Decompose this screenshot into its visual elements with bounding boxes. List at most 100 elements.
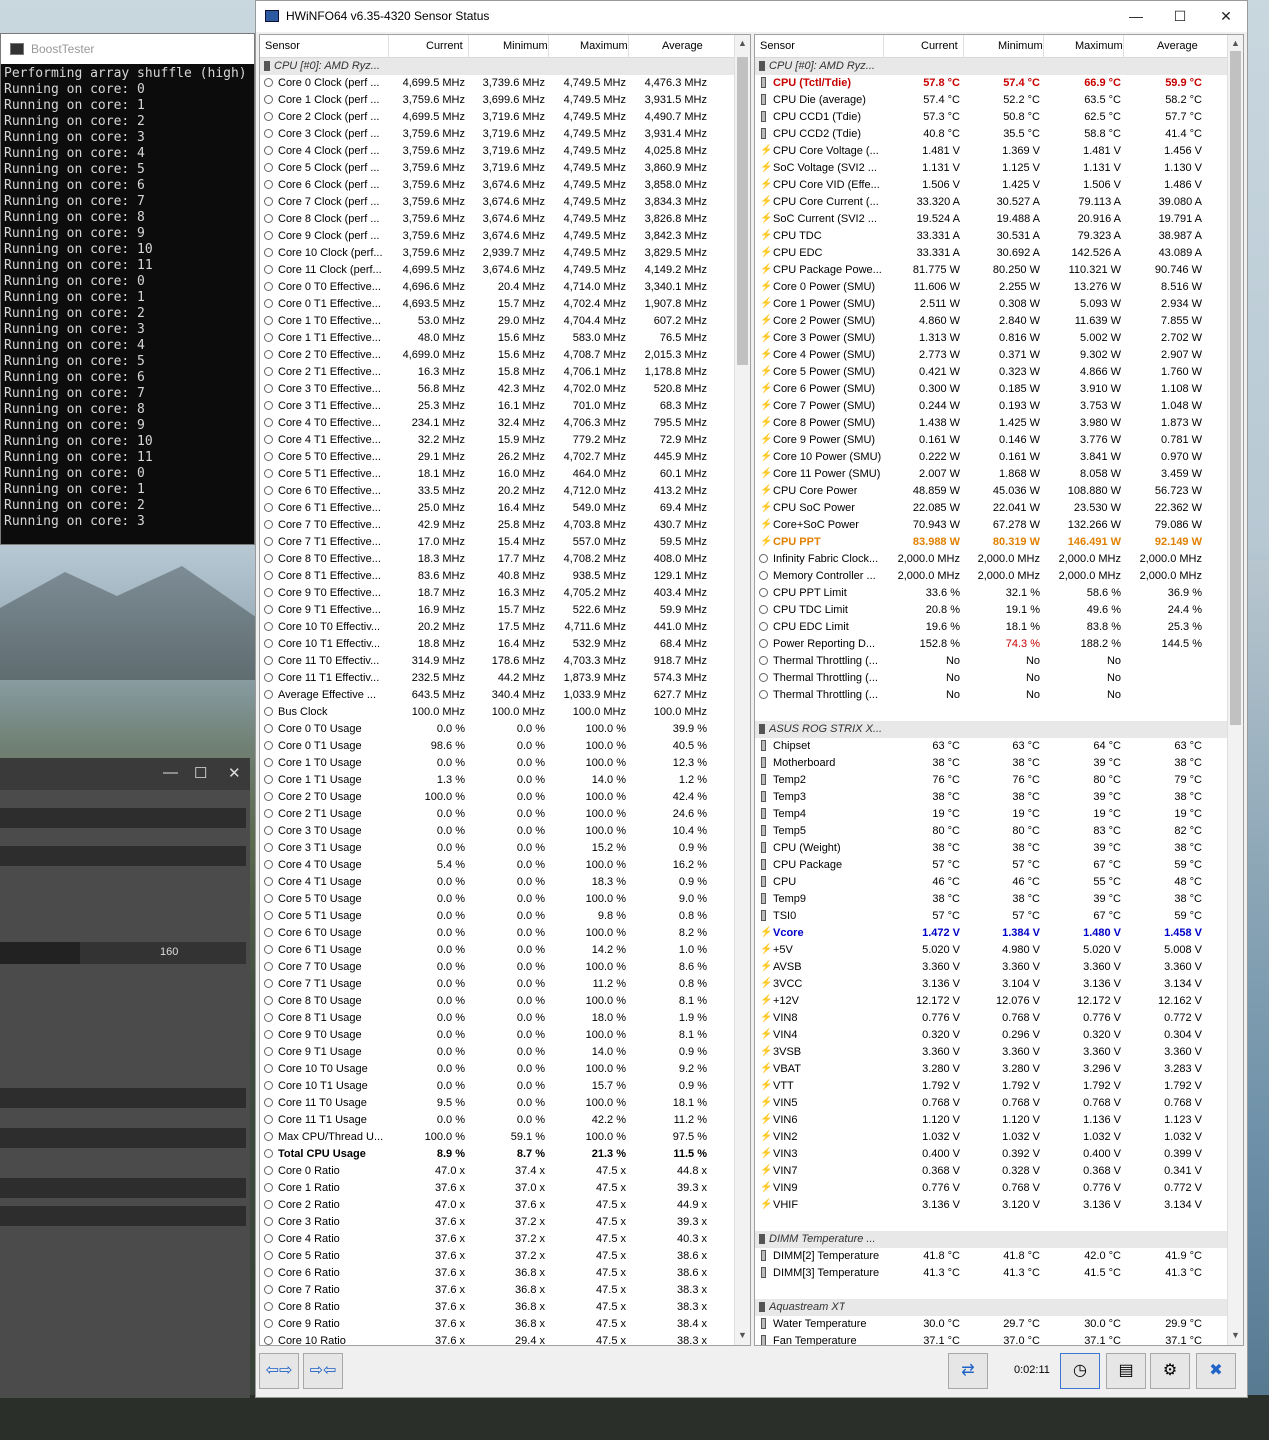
sensor-row[interactable]: CPU CCD1 (Tdie) 57.3 °C 50.8 °C 62.5 °C 57.7… (755, 109, 1227, 126)
hwinfo-titlebar[interactable]: HWiNFO64 v6.35-4320 Sensor Status — ☐ ✕ (256, 1, 1247, 32)
sensor-row[interactable]: Core 11 T0 Effectiv... 314.9 MHz 178.6 MHz… (260, 653, 734, 670)
sensor-row[interactable]: Core 4 T0 Effective... 234.1 MHz 32.4 MHz 4… (260, 415, 734, 432)
expand-columns-button[interactable]: ⇦⇨ (259, 1353, 299, 1389)
sensor-row[interactable]: Core 2 Ratio 47.0 x 37.6 x 47.5 x 44.9 x (260, 1197, 734, 1214)
sensor-row[interactable]: Vcore 1.472 V 1.384 V 1.480 V 1.458 V (755, 925, 1227, 942)
sensor-row[interactable]: Core 7 Power (SMU) 0.244 W 0.193 W 3.753 W 1… (755, 398, 1227, 415)
sensor-row[interactable]: Core 9 T0 Effective... 18.7 MHz 16.3 MHz 4,… (260, 585, 734, 602)
sensor-row[interactable]: Core 7 Clock (perf ... 3,759.6 MHz 3,674.6… (260, 194, 734, 211)
sensor-row[interactable]: Core 0 Clock (perf ... 4,699.5 MHz 3,739.6… (260, 75, 734, 92)
sensor-row[interactable]: Core 9 T0 Usage 0.0 % 0.0 % 100.0 % 8.1 % (260, 1027, 734, 1044)
sensor-row[interactable]: Core 10 T1 Effectiv... 18.8 MHz 16.4 MHz 53… (260, 636, 734, 653)
sensor-row[interactable]: Core 0 T0 Usage 0.0 % 0.0 % 100.0 % 39.9 % (260, 721, 734, 738)
sensor-row[interactable]: VIN4 0.320 V 0.296 V 0.320 V 0.304 V (755, 1027, 1227, 1044)
sensor-row[interactable]: AVSB 3.360 V 3.360 V 3.360 V 3.360 V (755, 959, 1227, 976)
sensor-row[interactable]: CPU TDC Limit 20.8 % 19.1 % 49.6 % 24.4 % (755, 602, 1227, 619)
col-average[interactable]: Average (662, 40, 703, 52)
sensor-row[interactable]: Core 7 Ratio 37.6 x 36.8 x 47.5 x 38.3 x (260, 1282, 734, 1299)
sensor-row[interactable]: CPU EDC 33.331 A 30.692 A 142.526 A 43.089 A (755, 245, 1227, 262)
sensor-row[interactable]: Core 11 T0 Usage 9.5 % 0.0 % 100.0 % 18.1 % (260, 1095, 734, 1112)
sensor-row[interactable]: CPU Package Powe... 81.775 W 80.250 W 110.3… (755, 262, 1227, 279)
column-header[interactable]: Sensor Current Minimum Maximum Average (260, 35, 735, 58)
sensor-group-header[interactable]: DIMM Temperature ... (755, 1231, 1227, 1248)
sensor-row[interactable]: Core 1 Ratio 37.6 x 37.0 x 47.5 x 39.3 x (260, 1180, 734, 1197)
sensor-row[interactable]: Core 1 T0 Usage 0.0 % 0.0 % 100.0 % 12.3 % (260, 755, 734, 772)
sensor-row[interactable]: Thermal Throttling (... No No No (755, 653, 1227, 670)
sensor-row[interactable]: Max CPU/Thread U... 100.0 % 59.1 % 100.0 % 9… (260, 1129, 734, 1146)
sensor-row[interactable]: VIN9 0.776 V 0.768 V 0.776 V 0.772 V (755, 1180, 1227, 1197)
sensor-row[interactable]: Core 1 T1 Effective... 48.0 MHz 15.6 MHz 58… (260, 330, 734, 347)
sensor-row[interactable]: CPU Core Voltage (... 1.481 V 1.369 V 1.481… (755, 143, 1227, 160)
sensor-row[interactable]: Core 10 Power (SMU) 0.222 W 0.161 W 3.841 W… (755, 449, 1227, 466)
sensor-row[interactable]: CPU Core VID (Effe... 1.506 V 1.425 V 1.506… (755, 177, 1227, 194)
sensor-group-header[interactable]: CPU [#0]: AMD Ryz... (755, 58, 1227, 75)
scrollbar-right[interactable]: ▲ ▼ (1227, 35, 1243, 1345)
sensor-row[interactable]: Core 4 T1 Usage 0.0 % 0.0 % 18.3 % 0.9 % (260, 874, 734, 891)
sensor-row[interactable]: Core 7 T0 Effective... 42.9 MHz 25.8 MHz 4,… (260, 517, 734, 534)
sensor-pane-left[interactable]: Sensor Current Minimum Maximum Average C… (259, 34, 751, 1346)
sensor-row[interactable]: Core 8 Power (SMU) 1.438 W 1.425 W 3.980 W 1… (755, 415, 1227, 432)
sensor-row[interactable]: SoC Voltage (SVI2 ... 1.131 V 1.125 V 1.131… (755, 160, 1227, 177)
sensor-row[interactable]: Core 10 Ratio 37.6 x 29.4 x 47.5 x 38.3 x (260, 1333, 734, 1345)
sensor-row[interactable]: Core 5 T0 Effective... 29.1 MHz 26.2 MHz 4,… (260, 449, 734, 466)
sensor-row[interactable]: Fan Temperature 37.1 °C 37.0 °C 37.1 °C 37.1… (755, 1333, 1227, 1345)
sensor-row[interactable]: Core 5 Clock (perf ... 3,759.6 MHz 3,719.6… (260, 160, 734, 177)
sensor-row[interactable]: TSI0 57 °C 57 °C 67 °C 59 °C (755, 908, 1227, 925)
sensor-row[interactable]: Temp5 80 °C 80 °C 83 °C 82 °C (755, 823, 1227, 840)
sensor-row[interactable]: Core 11 Power (SMU) 2.007 W 1.868 W 8.058 W… (755, 466, 1227, 483)
sensor-row[interactable]: Core 2 T0 Effective... 4,699.0 MHz 15.6 MH… (260, 347, 734, 364)
sensor-group-header[interactable]: Aquastream XT (755, 1299, 1227, 1316)
boosttester-window[interactable]: BoostTester Performing array shuffle (hi… (0, 33, 255, 545)
sensor-row[interactable]: Chipset 63 °C 63 °C 64 °C 63 °C (755, 738, 1227, 755)
sensor-row[interactable]: CPU SoC Power 22.085 W 22.041 W 23.530 W 22.… (755, 500, 1227, 517)
sensor-row[interactable]: Core 3 T0 Effective... 56.8 MHz 42.3 MHz 4,… (260, 381, 734, 398)
sensor-row[interactable]: Core 10 T0 Effectiv... 20.2 MHz 17.5 MHz 4,… (260, 619, 734, 636)
sensor-row[interactable]: Core 4 T1 Effective... 32.2 MHz 15.9 MHz 77… (260, 432, 734, 449)
dark-window[interactable]: — ☐ ✕ 160 (0, 758, 250, 1398)
scroll-up-arrow[interactable]: ▲ (738, 38, 747, 48)
close-button[interactable]: ✕ (1214, 5, 1238, 27)
sensor-row[interactable]: Core 5 T1 Usage 0.0 % 0.0 % 9.8 % 0.8 % (260, 908, 734, 925)
maximize-button[interactable]: ☐ (194, 764, 207, 782)
sensor-row[interactable]: Core 8 Ratio 37.6 x 36.8 x 47.5 x 38.3 x (260, 1299, 734, 1316)
sensor-row[interactable]: +12V 12.172 V 12.076 V 12.172 V 12.162 V (755, 993, 1227, 1010)
sensor-row[interactable]: VIN7 0.368 V 0.328 V 0.368 V 0.341 V (755, 1163, 1227, 1180)
sensor-row[interactable]: SoC Current (SVI2 ... 19.524 A 19.488 A 20.… (755, 211, 1227, 228)
scroll-down-arrow[interactable]: ▼ (738, 1330, 747, 1340)
sensor-row[interactable]: Core 1 Power (SMU) 2.511 W 0.308 W 5.093 W 2… (755, 296, 1227, 313)
sensor-row[interactable]: Core 4 Clock (perf ... 3,759.6 MHz 3,719.6… (260, 143, 734, 160)
sensor-row[interactable]: Core 7 T0 Usage 0.0 % 0.0 % 100.0 % 8.6 % (260, 959, 734, 976)
sensor-row[interactable]: Core 6 T0 Effective... 33.5 MHz 20.2 MHz 4,… (260, 483, 734, 500)
sensor-row[interactable]: Core 3 T1 Usage 0.0 % 0.0 % 15.2 % 0.9 % (260, 840, 734, 857)
sensor-row[interactable]: Core 9 Power (SMU) 0.161 W 0.146 W 3.776 W 0… (755, 432, 1227, 449)
sensor-row[interactable] (755, 704, 1227, 721)
sensor-row[interactable]: VIN2 1.032 V 1.032 V 1.032 V 1.032 V (755, 1129, 1227, 1146)
sensor-row[interactable]: Core 6 T0 Usage 0.0 % 0.0 % 100.0 % 8.2 % (260, 925, 734, 942)
sensor-row[interactable]: Power Reporting D... 152.8 % 74.3 % 188.2 %… (755, 636, 1227, 653)
sensor-row[interactable]: Core 3 Ratio 37.6 x 37.2 x 47.5 x 39.3 x (260, 1214, 734, 1231)
sensor-row[interactable]: Core 5 Ratio 37.6 x 37.2 x 47.5 x 38.6 x (260, 1248, 734, 1265)
dark-window-titlebar[interactable]: — ☐ ✕ (0, 758, 250, 790)
sensor-row[interactable]: Core 1 T0 Effective... 53.0 MHz 29.0 MHz 4,… (260, 313, 734, 330)
sensor-row[interactable]: VBAT 3.280 V 3.280 V 3.296 V 3.283 V (755, 1061, 1227, 1078)
scroll-down-arrow[interactable]: ▼ (1231, 1330, 1240, 1340)
sensor-row[interactable]: CPU CCD2 (Tdie) 40.8 °C 35.5 °C 58.8 °C 41.4… (755, 126, 1227, 143)
sensor-row[interactable]: Core 5 T1 Effective... 18.1 MHz 16.0 MHz 46… (260, 466, 734, 483)
sensor-row[interactable]: CPU TDC 33.331 A 30.531 A 79.323 A 38.987 A (755, 228, 1227, 245)
hwinfo-window[interactable]: HWiNFO64 v6.35-4320 Sensor Status — ☐ ✕ … (255, 0, 1248, 1398)
sensor-row[interactable]: CPU (Tctl/Tdie) 57.8 °C 57.4 °C 66.9 °C 59.9… (755, 75, 1227, 92)
sensor-row[interactable]: Core 0 Ratio 47.0 x 37.4 x 47.5 x 44.8 x (260, 1163, 734, 1180)
sensor-row[interactable]: Core 2 T1 Usage 0.0 % 0.0 % 100.0 % 24.6 % (260, 806, 734, 823)
sensor-row[interactable]: DIMM[2] Temperature 41.8 °C 41.8 °C 42.0 °C… (755, 1248, 1227, 1265)
sensor-row[interactable]: Core 7 T1 Effective... 17.0 MHz 15.4 MHz 55… (260, 534, 734, 551)
dark-window-slider[interactable]: 160 (0, 942, 246, 964)
sensor-row[interactable]: Thermal Throttling (... No No No (755, 670, 1227, 687)
sensor-group-header[interactable]: CPU [#0]: AMD Ryz... (260, 58, 734, 75)
sensor-row[interactable]: Core 10 T1 Usage 0.0 % 0.0 % 15.7 % 0.9 % (260, 1078, 734, 1095)
col-sensor[interactable]: Sensor (265, 40, 300, 52)
minimize-button[interactable]: — (163, 764, 178, 781)
sensor-row[interactable]: Temp3 38 °C 38 °C 39 °C 38 °C (755, 789, 1227, 806)
sensor-row[interactable]: Core 10 T0 Usage 0.0 % 0.0 % 100.0 % 9.2 % (260, 1061, 734, 1078)
sensor-row[interactable]: Core 9 Ratio 37.6 x 36.8 x 47.5 x 38.4 x (260, 1316, 734, 1333)
sensor-row[interactable]: VIN3 0.400 V 0.392 V 0.400 V 0.399 V (755, 1146, 1227, 1163)
